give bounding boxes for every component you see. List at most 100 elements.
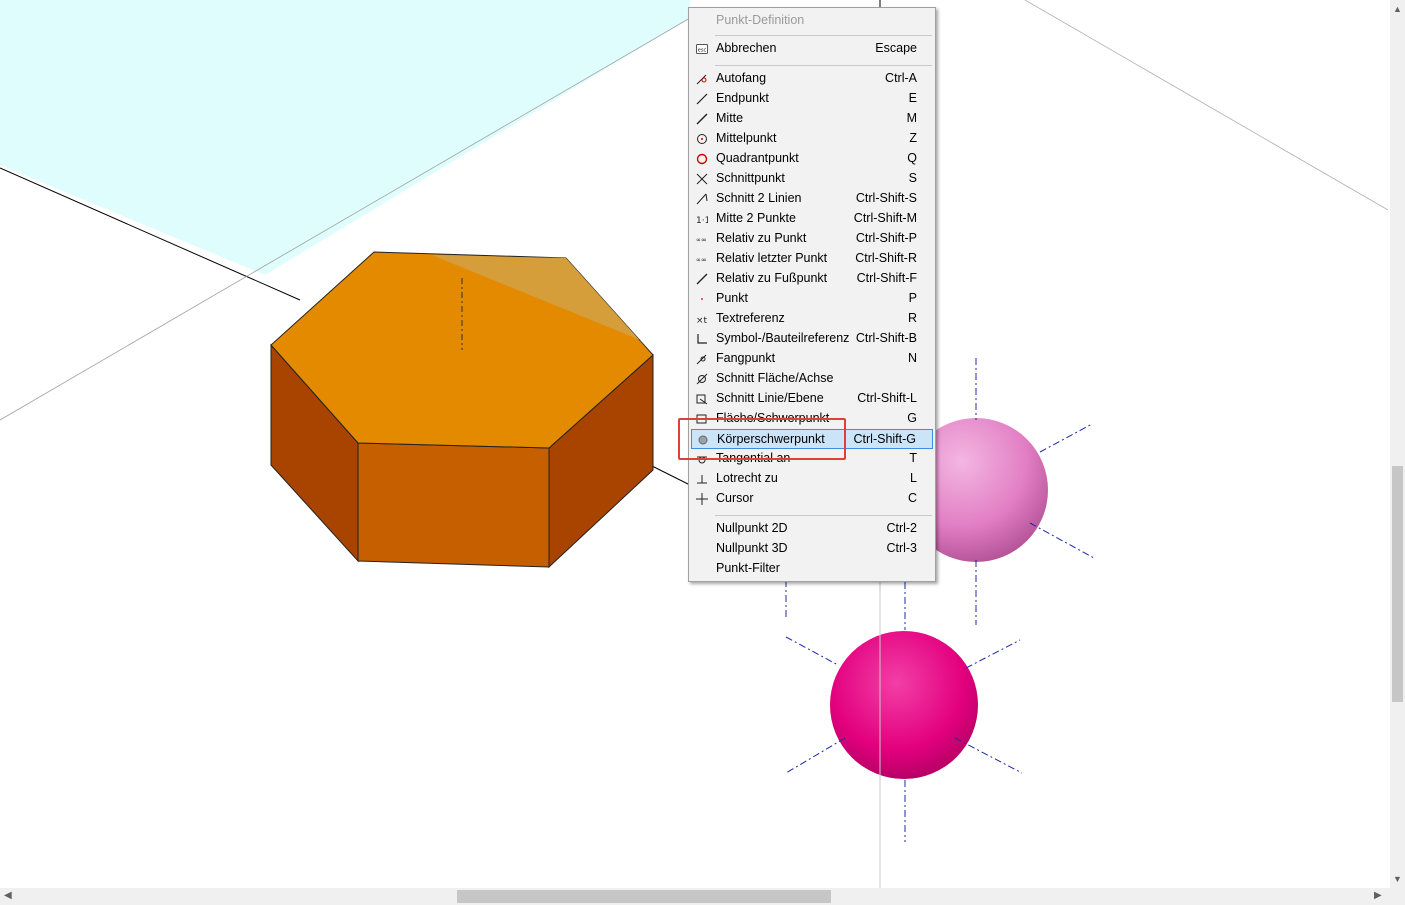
menu-item-shortcut: C [907,491,917,505]
svg-text:1·1: 1·1 [696,216,708,225]
menu-item-relativ-zu-fusspunkt[interactable]: Relativ zu Fußpunkt Ctrl-Shift-F [691,269,933,289]
menu-item-schnitt-flache-achse[interactable]: Schnitt Fläche/Achse [691,369,933,389]
menu-item-label: Mitte 2 Punkte [716,211,796,225]
menu-item-shortcut: Ctrl-Shift-R [855,251,917,265]
svg-text:∝∞: ∝∞ [696,256,707,264]
menu-item-label: Mitte [716,111,744,125]
point-icon [701,298,703,300]
intersect-two-lines-icon [696,193,708,205]
scrollbar-corner [1390,888,1405,905]
menu-item-schnitt-linie-ebene[interactable]: Schnitt Linie/Ebene Ctrl-Shift-L [691,389,933,409]
menu-item-label: Endpunkt [716,91,769,105]
menu-separator [715,65,932,66]
menu-item-punkt[interactable]: Punkt P [691,289,933,309]
point-definition-context-menu[interactable]: Punkt-Definition esc Abbrechen Escape Autof… [688,7,936,582]
menu-item-label: Mittelpunkt [716,131,777,145]
menu-item-shortcut: N [907,351,917,365]
relative-point-icon: ∝∞ [696,236,707,244]
menu-item-shortcut: L [910,471,917,485]
menu-item-label: Lotrecht zu [716,471,778,485]
quadrant-icon [696,153,708,165]
menu-item-label: Schnitt Linie/Ebene [716,391,824,405]
svg-text:esc: esc [698,48,707,54]
scroll-left-icon[interactable]: ◀ [4,890,12,901]
menu-item-label: Punkt [716,291,748,305]
menu-item-shortcut: Ctrl-Shift-G [853,432,917,446]
menu-item-shortcut: Ctrl-Shift-L [857,391,917,405]
endpoint-icon [696,93,708,105]
menu-item-shortcut: M [906,111,917,125]
highlight-annotation-box [678,418,846,460]
center-icon [697,134,707,144]
menu-item-shortcut: Escape [875,41,917,55]
menu-item-quadrantpunkt[interactable]: Quadrantpunkt Q [691,149,933,169]
menu-item-label: Autofang [716,71,767,85]
menu-item-endpunkt[interactable]: Endpunkt E [691,89,933,109]
menu-item-label: Cursor [716,491,754,505]
vertical-scrollbar[interactable]: ▲ ▼ [1390,0,1405,888]
menu-item-relativ-zu-punkt[interactable]: ∝∞ Relativ zu Punkt Ctrl-Shift-P [691,229,933,249]
menu-item-lotrecht-zu[interactable]: Lotrecht zu L [691,469,933,489]
menu-item-shortcut: Ctrl-Shift-P [855,231,917,245]
menu-item-label: Fangpunkt [716,351,776,365]
menu-item-shortcut: Ctrl-A [885,71,917,85]
menu-item-shortcut: Ctrl-Shift-B [855,331,917,345]
menu-item-mitte[interactable]: Mitte M [691,109,933,129]
menu-item-cursor[interactable]: Cursor C [691,489,933,509]
menu-item-shortcut: E [908,91,917,105]
menu-item-textreferenz[interactable]: ×t Textreferenz R [691,309,933,329]
plane-edge-line [1024,0,1389,211]
menu-item-abbrechen[interactable]: esc Abbrechen Escape [691,39,933,59]
menu-item-shortcut: S [908,171,917,185]
menu-item-nullpunkt-3d[interactable]: Nullpunkt 3D Ctrl-3 [691,539,933,559]
menu-item-label: Schnittpunkt [716,171,785,185]
menu-item-punkt-filter[interactable]: Punkt-Filter [691,559,933,579]
menu-separator [715,35,932,36]
menu-item-nullpunkt-2d[interactable]: Nullpunkt 2D Ctrl-2 [691,519,933,539]
ground-plane [0,0,690,275]
line-plane-intersection-icon [696,394,708,405]
menu-item-schnitt-2-linien[interactable]: Schnitt 2 Linien Ctrl-Shift-S [691,189,933,209]
svg-text:∝∞: ∝∞ [696,236,707,244]
perpendicular-icon [697,475,707,484]
mid-two-points-icon: 1·1 [696,216,708,225]
menu-item-shortcut: T [909,451,917,465]
horizontal-scrollbar[interactable]: ◀ ▶ [0,888,1390,905]
menu-item-label: Relativ zu Punkt [716,231,807,245]
symbol-reference-icon [697,334,707,344]
menu-item-mittelpunkt[interactable]: Mittelpunkt Z [691,129,933,149]
menu-item-shortcut: Ctrl-Shift-M [853,211,917,225]
face-axis-intersection-icon [696,373,708,385]
menu-item-shortcut: Ctrl-Shift-S [855,191,917,205]
menu-item-shortcut: G [907,411,917,425]
menu-item-shortcut: P [908,291,917,305]
menu-item-label: Abbrechen [716,41,777,55]
intersection-icon [696,173,708,185]
menu-item-autofang[interactable]: Autofang Ctrl-A [691,69,933,89]
menu-separator [715,515,932,516]
cursor-icon [696,493,708,505]
menu-item-label: Nullpunkt 3D [716,541,788,555]
menu-item-fangpunkt[interactable]: Fangpunkt N [691,349,933,369]
relative-foot-point-icon [696,273,708,285]
menu-item-relativ-letzter-punkt[interactable]: ∝∞ Relativ letzter Punkt Ctrl-Shift-R [691,249,933,269]
vertical-scroll-thumb[interactable] [1392,466,1403,702]
menu-item-shortcut: Ctrl-Shift-F [856,271,917,285]
menu-item-label: Relativ letzter Punkt [716,251,828,265]
scroll-up-icon[interactable]: ▲ [1393,4,1402,14]
scroll-down-icon[interactable]: ▼ [1393,874,1402,884]
menu-item-label: Quadrantpunkt [716,151,799,165]
text-reference-icon: ×t [696,316,708,325]
menu-item-shortcut: Z [909,131,917,145]
menu-item-mitte-2-punkte[interactable]: 1·1 Mitte 2 Punkte Ctrl-Shift-M [691,209,933,229]
horizontal-scroll-thumb[interactable] [457,890,831,903]
menu-header: Punkt-Definition [716,13,805,27]
scroll-right-icon[interactable]: ▶ [1374,890,1382,901]
menu-item-label: Schnitt 2 Linien [716,191,802,205]
snap-point-icon [696,354,707,365]
menu-item-schnittpunkt[interactable]: Schnittpunkt S [691,169,933,189]
menu-item-label: Schnitt Fläche/Achse [716,371,834,385]
relative-last-point-icon: ∝∞ [696,256,707,264]
menu-item-symbol-bauteilreferenz[interactable]: Symbol-/Bauteilreferenz Ctrl-Shift-B [691,329,933,349]
menu-item-shortcut: Ctrl-3 [886,541,917,555]
